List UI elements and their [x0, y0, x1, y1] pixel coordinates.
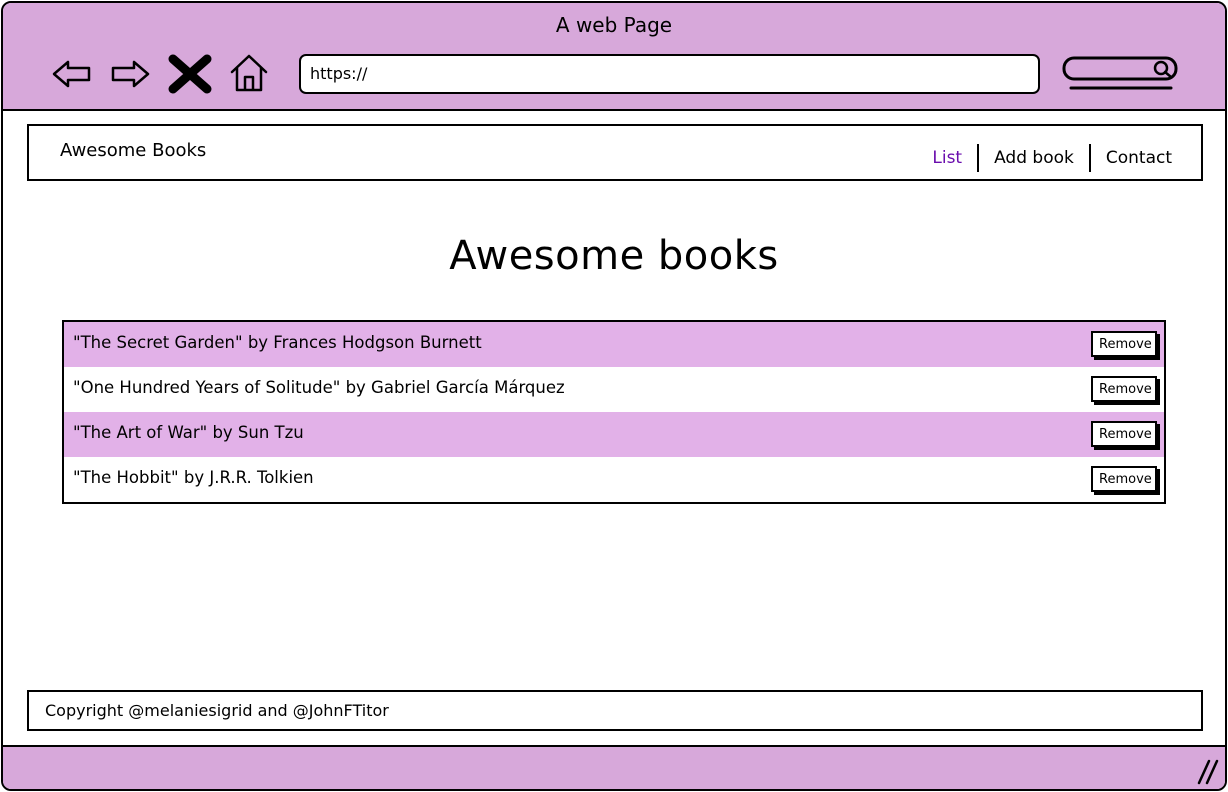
site-footer: Copyright @melaniesigrid and @JohnFTitor	[27, 690, 1203, 731]
brand-title: Awesome Books	[60, 140, 207, 161]
window-title: A web Page	[555, 13, 673, 37]
book-title: "The Secret Garden" by Frances Hodgson B…	[73, 333, 482, 352]
copyright-text: Copyright @melaniesigrid and @JohnFTitor	[45, 701, 389, 720]
book-row: "The Secret Garden" by Frances Hodgson B…	[64, 322, 1164, 367]
home-icon[interactable]	[229, 53, 269, 93]
book-title: "The Hobbit" by J.R.R. Tolkien	[73, 468, 314, 487]
remove-button[interactable]: Remove	[1091, 466, 1157, 492]
page-title: Awesome books	[449, 233, 779, 279]
remove-button[interactable]: Remove	[1091, 376, 1157, 402]
status-bar	[3, 745, 1225, 789]
close-x-icon[interactable]	[167, 53, 213, 95]
browser-chrome: A web Page https://	[3, 3, 1225, 111]
book-row: "The Art of War" by Sun Tzu Remove	[64, 412, 1164, 457]
forward-arrow-icon[interactable]	[109, 58, 151, 90]
back-arrow-icon[interactable]	[51, 58, 93, 90]
book-row: "One Hundred Years of Solitude" by Gabri…	[64, 367, 1164, 412]
url-bar[interactable]: https://	[299, 54, 1040, 94]
search-icon[interactable]	[1061, 55, 1185, 95]
resize-grip-icon[interactable]	[1195, 757, 1221, 785]
nav-links: List Add book Contact	[917, 144, 1187, 172]
nav-link-list[interactable]: List	[917, 144, 977, 172]
remove-button[interactable]: Remove	[1091, 331, 1157, 357]
book-row: "The Hobbit" by J.R.R. Tolkien Remove	[64, 457, 1164, 502]
nav-link-add-book[interactable]: Add book	[979, 144, 1089, 172]
book-title: "The Art of War" by Sun Tzu	[73, 423, 304, 442]
book-list: "The Secret Garden" by Frances Hodgson B…	[62, 320, 1166, 504]
site-header: Awesome Books List Add book Contact	[27, 124, 1203, 181]
book-title: "One Hundred Years of Solitude" by Gabri…	[73, 378, 565, 397]
browser-window: A web Page https:// Awesome Books List A…	[1, 1, 1227, 791]
remove-button[interactable]: Remove	[1091, 421, 1157, 447]
nav-link-contact[interactable]: Contact	[1091, 144, 1187, 172]
